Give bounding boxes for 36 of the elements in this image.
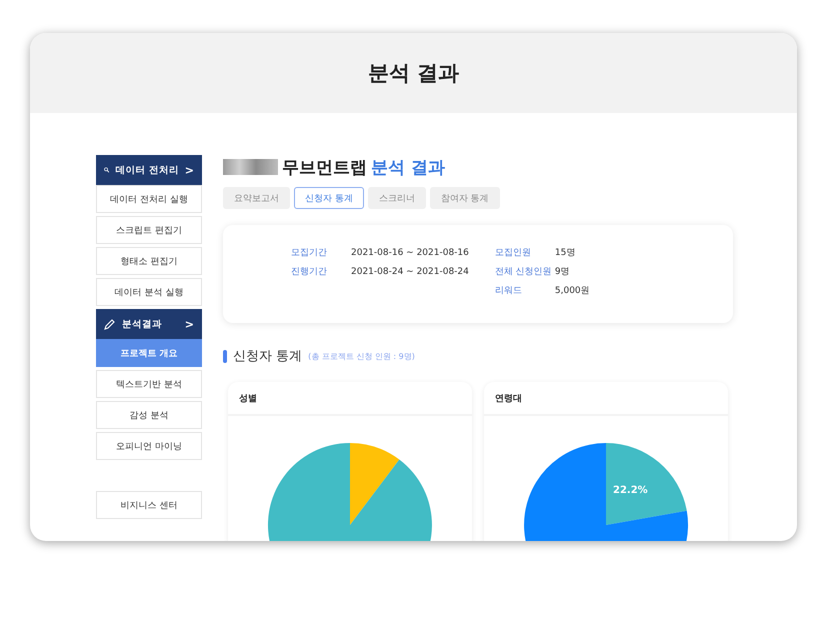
info-label: 모집기간 (291, 247, 328, 259)
sidebar-item[interactable]: 스크립트 편집기 (96, 216, 202, 244)
info-value: 2021-08-24 ~ 2021-08-24 (351, 266, 469, 276)
info-value: 15명 (554, 247, 576, 259)
sidebar-group-header[interactable]: 데이터 전처리 > (96, 155, 202, 185)
info-label: 전체 신청인원 (494, 266, 553, 278)
chevron-icon: > (184, 164, 194, 176)
slice-label: 22.2% (613, 485, 648, 496)
section-note: (총 프로젝트 신청 인원 : 9명) (308, 350, 415, 362)
section-title: 신청자 통계 (233, 348, 302, 365)
blurred-placeholder (223, 159, 278, 175)
project-name: 무브먼트랩 (282, 156, 367, 178)
section-marker (223, 350, 227, 362)
info-label: 리워드 (494, 285, 523, 297)
sidebar-group-header[interactable]: 분석결과 > (96, 309, 202, 339)
info-value: 9명 (554, 266, 570, 278)
info-label: 모집인원 (494, 247, 532, 259)
business-center-button[interactable]: 비지니스 센터 (96, 491, 202, 519)
title-suffix: 분석 결과 (371, 156, 445, 178)
sidebar-item[interactable]: 텍스트기반 분석 (96, 370, 202, 398)
sidebar-item[interactable]: 데이터 전처리 실행 (96, 185, 202, 213)
sidebar-group-label: 분석결과 (122, 318, 163, 330)
sidebar-item[interactable]: 형태소 편집기 (96, 247, 202, 275)
info-value: 5,000원 (554, 285, 590, 297)
chart-title: 성별 (239, 392, 257, 404)
sidebar-group-label: 데이터 전처리 (115, 164, 179, 176)
tab[interactable]: 신청자 통계 (294, 187, 364, 209)
info-label: 진행기간 (291, 266, 328, 278)
chart-title: 연령대 (495, 392, 522, 404)
page-header-title: 분석 결과 (368, 60, 460, 87)
sidebar-item[interactable]: 오피니언 마이닝 (96, 432, 202, 460)
sidebar-item[interactable]: 데이터 분석 실행 (96, 278, 202, 306)
sidebar-item[interactable]: 감성 분석 (96, 401, 202, 429)
chevron-icon: > (184, 318, 194, 330)
info-value: 2021-08-16 ~ 2021-08-16 (351, 248, 469, 258)
pencil-icon (104, 318, 116, 330)
